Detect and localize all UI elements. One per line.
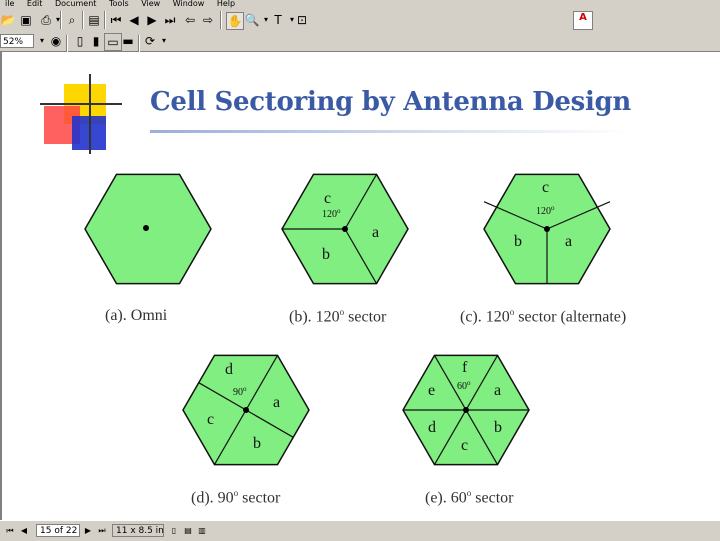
caption-120-alternate: (c). 120o sector (alternate) (460, 307, 627, 326)
hexagon-omni (84, 173, 212, 285)
next-page-status-icon[interactable]: ▶ (82, 524, 94, 537)
continuous-icon[interactable]: ▤ (182, 524, 194, 537)
sector-label-b: b (322, 246, 330, 263)
single-page-icon[interactable]: ▯ (168, 524, 180, 537)
sector-label-a: a (565, 233, 572, 250)
sector-label-b: b (253, 435, 261, 452)
hexagon-120-sector: c a b 120o (281, 173, 409, 285)
sector-label-d: d (428, 419, 436, 436)
sector-label-d: d (225, 361, 233, 378)
sector-label-a: a (372, 224, 379, 241)
caption-120-sector: (b). 120o sector (289, 307, 387, 326)
hexagon-120-alternate: c b a 120o (483, 173, 611, 285)
first-page-status-icon[interactable]: ⏮ (4, 524, 16, 537)
continuous-facing-icon[interactable]: ▥ (196, 524, 208, 537)
caption-omni: (a). Omni (105, 307, 168, 324)
page-size-field: 11 x 8.5 in (112, 524, 164, 537)
sector-label-b: b (494, 419, 502, 436)
sector-label-c: c (324, 190, 331, 207)
last-page-status-icon[interactable]: ⏭ (96, 524, 108, 537)
antenna-dot (544, 226, 550, 232)
status-bar: ⏮ ◀ 15 of 22 ▶ ⏭ 11 x 8.5 in ▯ ▤ ▥ (0, 520, 720, 541)
caption-90-sector: (d). 90o sector (191, 488, 281, 507)
sector-label-b: b (514, 233, 522, 250)
hexagon-90-sector: d a c b 90o (182, 354, 310, 466)
sector-label-c: c (461, 437, 468, 454)
title-underline (150, 130, 630, 133)
sector-label-c: c (542, 179, 549, 196)
previous-page-status-icon[interactable]: ◀ (18, 524, 30, 537)
sector-label-a: a (273, 394, 280, 411)
sector-label-e: e (428, 382, 435, 399)
caption-60-sector: (e). 60o sector (425, 488, 514, 507)
sector-label-a: a (494, 382, 501, 399)
antenna-dot (143, 225, 149, 231)
antenna-dot (463, 407, 469, 413)
slide-title: Cell Sectoring by Antenna Design (150, 87, 632, 117)
antenna-dot (243, 407, 249, 413)
page-number-field[interactable]: 15 of 22 (36, 524, 80, 537)
hexagon-60-sector: f e a d b c 60o (402, 354, 530, 466)
antenna-dot (342, 226, 348, 232)
sector-label-c: c (207, 411, 214, 428)
sector-label-f: f (462, 359, 468, 376)
slide-diagram: c a b 120o c b a 120o d a c b 90o f e a … (40, 74, 611, 466)
